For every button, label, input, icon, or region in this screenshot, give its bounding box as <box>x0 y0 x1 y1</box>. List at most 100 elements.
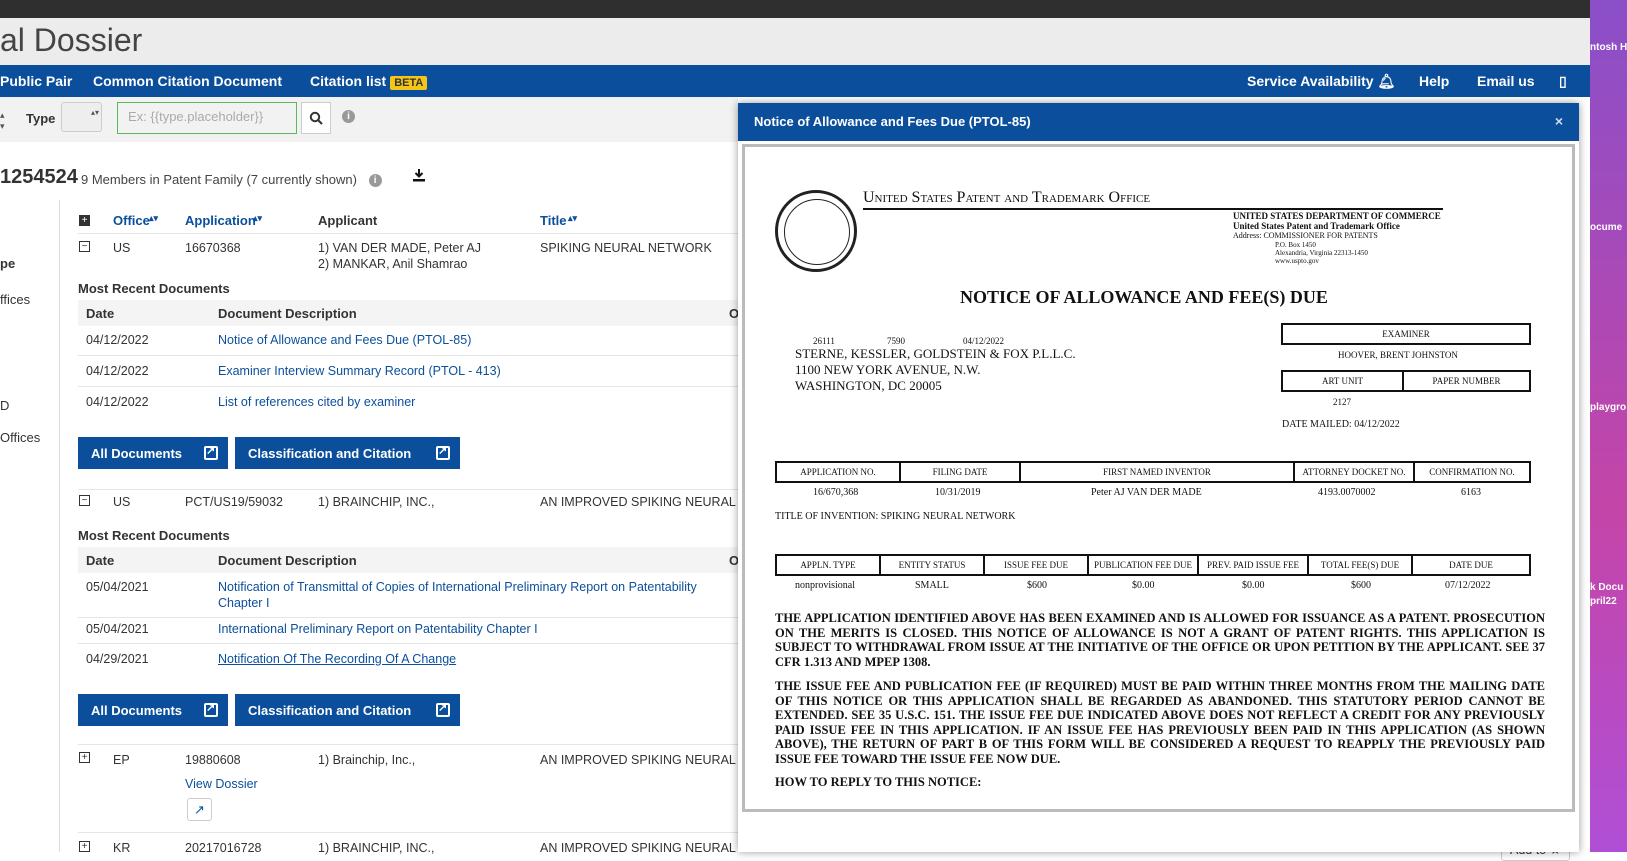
select-arrow-icon[interactable]: ▴ ▾ <box>0 110 5 132</box>
download-icon[interactable] <box>412 168 426 185</box>
paper-number-label: PAPER NUMBER <box>1432 376 1501 386</box>
doc-addr: STERNE, KESSLER, GOLDSTEIN & FOX P.L.L.C… <box>795 346 1076 361</box>
info-icon[interactable]: i <box>342 110 355 123</box>
row-applicant: 1) BRAINCHIP, INC., <box>318 841 435 855</box>
row-office: US <box>113 495 131 509</box>
nav-public-pair[interactable]: Public Pair <box>0 73 72 89</box>
strip-label: pril22 <box>1590 596 1617 607</box>
doc-date: 04/12/2022 <box>86 333 149 347</box>
t2-header: DATE DUE <box>1411 554 1531 576</box>
doc-addr: 1100 NEW YORK AVENUE, N.W. <box>795 362 981 377</box>
sidebar-item[interactable]: D <box>0 398 9 413</box>
row-title: AN IMPROVED SPIKING NEURAL NE <box>540 495 757 509</box>
nav-service-label: Service Availability <box>1247 73 1374 89</box>
doc-heading: NOTICE OF ALLOWANCE AND FEE(S) DUE <box>960 287 1328 307</box>
art-unit-label: ART UNIT <box>1321 376 1364 386</box>
examiner-name: HOOVER, BRENT JOHNSTON <box>1338 350 1458 360</box>
doc-dept: Alexandria, Virginia 22313-1450 <box>1275 249 1368 257</box>
doc-dept: United States Patent and Trademark Offic… <box>1233 221 1400 231</box>
sidebar-item[interactable]: pe <box>0 256 15 271</box>
doc-link[interactable]: Chapter I <box>218 596 269 610</box>
search-input[interactable]: Ex: {{type.placeholder}} <box>117 102 297 134</box>
nav-service-availability[interactable]: Service Availability 🔔︎ <box>1247 73 1395 90</box>
pdf-icon[interactable]: ▯ <box>1559 73 1567 90</box>
t1-header: FIRST NAMED INVENTOR <box>1019 461 1295 483</box>
t2-header: PREV. PAID ISSUE FEE <box>1197 554 1309 576</box>
doc-date: 04/29/2021 <box>86 652 149 666</box>
external-link-icon <box>204 701 218 717</box>
doc-dept: P.O. Box 1450 <box>1275 241 1316 249</box>
sort-icon[interactable]: ▴▾ <box>568 213 577 224</box>
row-office: KR <box>113 841 131 855</box>
doc-link[interactable]: Notification of Transmittal of Copies of… <box>218 580 697 594</box>
doc-link[interactable]: International Preliminary Report on Pate… <box>218 622 538 636</box>
modal-title: Notice of Allowance and Fees Due (PTOL-8… <box>754 114 1031 129</box>
row-application: 16670368 <box>185 241 241 255</box>
doc-link[interactable]: Notice of Allowance and Fees Due (PTOL-8… <box>218 333 471 347</box>
nav-common-citation[interactable]: Common Citation Document <box>93 73 282 89</box>
doc-link[interactable]: List of references cited by examiner <box>218 395 415 409</box>
col-office[interactable]: Office <box>113 213 150 228</box>
doc-rule <box>863 208 1443 210</box>
nav-help[interactable]: Help <box>1419 73 1449 89</box>
row-office: US <box>113 241 131 255</box>
view-dossier-link[interactable]: View Dossier <box>185 777 258 791</box>
t1-value: 4193.0070002 <box>1318 487 1376 498</box>
row-application: PCT/US19/59032 <box>185 495 283 509</box>
bell-icon: 🔔︎ <box>1377 73 1396 89</box>
expand-icon[interactable]: + <box>79 752 90 763</box>
search-button[interactable] <box>301 102 331 134</box>
doc-paragraph: THE APPLICATION IDENTIFIED ABOVE HAS BEE… <box>775 611 1545 669</box>
doc-date: 04/12/2022 <box>86 364 149 378</box>
document-viewer[interactable]: United States Patent and Trademark Offic… <box>742 144 1575 812</box>
strip-label: k Docu <box>1590 582 1624 593</box>
search-bar <box>0 97 738 142</box>
row-applicant: 1) BRAINCHIP, INC., <box>318 495 435 509</box>
strip-label: ntosh H <box>1590 42 1627 53</box>
sidebar-item[interactable]: ffices <box>0 292 30 307</box>
collapse-icon[interactable]: − <box>79 495 90 506</box>
col-application[interactable]: Application <box>185 213 256 228</box>
close-icon[interactable]: × <box>1555 113 1563 129</box>
t1-value: 6163 <box>1461 487 1481 498</box>
examiner-box: EXAMINER <box>1281 323 1531 345</box>
sort-icon[interactable]: ▴▾ <box>149 213 158 224</box>
t2-header: ENTITY STATUS <box>879 554 985 576</box>
info-icon[interactable]: i <box>368 174 382 187</box>
left-sidebar: pe ffices D Offices <box>0 200 60 852</box>
all-documents-button[interactable]: All Documents <box>78 437 228 469</box>
art-unit-box: ART UNIT <box>1281 370 1404 392</box>
doc-date: 05/04/2021 <box>86 580 149 594</box>
classification-button[interactable]: Classification and Citation <box>235 694 460 726</box>
type-label: Type <box>26 111 56 126</box>
t2-value: $0.00 <box>1242 580 1265 591</box>
t2-value: $600 <box>1351 580 1371 591</box>
t2-value: $600 <box>1027 580 1047 591</box>
type-select[interactable] <box>61 102 102 132</box>
expand-all-icon[interactable]: + <box>79 215 90 226</box>
sidebar-item[interactable]: Offices <box>0 430 40 445</box>
nav-email[interactable]: Email us <box>1477 73 1535 89</box>
doc-code: 7590 <box>887 336 905 346</box>
title-bar <box>0 18 1590 65</box>
t2-value: nonprovisional <box>795 580 855 591</box>
doc-office: United States Patent and Trademark Offic… <box>863 189 1151 206</box>
all-documents-button[interactable]: All Documents <box>78 694 228 726</box>
uspto-seal-icon <box>775 190 857 272</box>
classification-button[interactable]: Classification and Citation <box>235 437 460 469</box>
nav-citation-list[interactable]: Citation list BETA <box>310 73 428 90</box>
family-summary: 9 Members in Patent Family (7 currently … <box>81 172 382 188</box>
expand-icon[interactable]: + <box>79 841 90 852</box>
document-modal: Notice of Allowance and Fees Due (PTOL-8… <box>738 103 1579 852</box>
doc-dept: www.uspto.gov <box>1275 257 1319 265</box>
section-title: Most Recent Documents <box>78 281 230 296</box>
col-title[interactable]: Title <box>540 213 567 228</box>
doc-link[interactable]: Examiner Interview Summary Record (PTOL … <box>218 364 501 378</box>
divider <box>78 643 738 644</box>
collapse-icon[interactable]: − <box>79 241 90 252</box>
sort-icon[interactable]: ▴▾ <box>253 213 262 224</box>
external-link-icon[interactable]: ↗ <box>187 798 212 821</box>
doc-dept: UNITED STATES DEPARTMENT OF COMMERCE <box>1233 211 1441 221</box>
window-topbar <box>0 0 1590 18</box>
doc-link[interactable]: Notification Of The Recording Of A Chang… <box>218 652 456 666</box>
